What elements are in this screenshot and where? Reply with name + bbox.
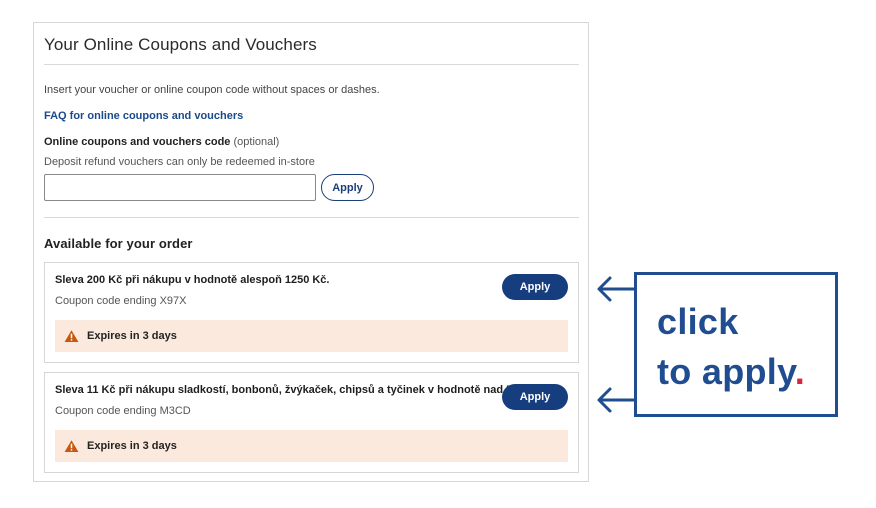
- coupon-title: Sleva 11 Kč při nákupu sladkostí, bonbon…: [55, 384, 536, 396]
- code-field-hint: Deposit refund vouchers can only be rede…: [44, 156, 315, 168]
- coupon-card: Sleva 200 Kč při nákupu v hodnotě alespo…: [44, 262, 579, 363]
- instructions-text: Insert your voucher or online coupon cod…: [44, 84, 380, 96]
- arrow-left-icon: [597, 387, 635, 413]
- apply-coupon-button[interactable]: Apply: [502, 274, 568, 300]
- warning-triangle-icon: [64, 330, 79, 342]
- callout-red-dot: .: [794, 351, 806, 392]
- callout-line-2-text: to apply: [657, 351, 795, 392]
- callout-line-2: to apply.: [657, 351, 805, 393]
- expiry-banner: Expires in 3 days: [55, 320, 568, 352]
- click-to-apply-callout: click to apply.: [634, 272, 838, 417]
- callout-line-1: click: [657, 301, 739, 342]
- expiry-text: Expires in 3 days: [87, 330, 177, 342]
- available-section-title: Available for your order: [44, 236, 193, 251]
- expiry-banner: Expires in 3 days: [55, 430, 568, 462]
- section-divider: [44, 217, 579, 218]
- code-field-label: Online coupons and vouchers code (option…: [44, 136, 279, 148]
- expiry-text: Expires in 3 days: [87, 440, 177, 452]
- title-divider: [44, 64, 579, 65]
- apply-code-button[interactable]: Apply: [321, 174, 374, 201]
- faq-link[interactable]: FAQ for online coupons and vouchers: [44, 110, 243, 122]
- panel-title: Your Online Coupons and Vouchers: [44, 35, 317, 54]
- optional-note: (optional): [233, 136, 280, 148]
- coupon-card: Sleva 11 Kč při nákupu sladkostí, bonbon…: [44, 372, 579, 473]
- code-field-label-text: Online coupons and vouchers code: [44, 136, 231, 148]
- coupon-code-text: Coupon code ending X97X: [55, 295, 187, 307]
- coupon-code-text: Coupon code ending M3CD: [55, 405, 191, 417]
- coupon-code-input[interactable]: [44, 174, 316, 201]
- coupons-panel: Your Online Coupons and Vouchers Insert …: [33, 22, 589, 482]
- warning-triangle-icon: [64, 440, 79, 452]
- apply-coupon-button[interactable]: Apply: [502, 384, 568, 410]
- arrow-left-icon: [597, 276, 635, 302]
- coupon-title: Sleva 200 Kč při nákupu v hodnotě alespo…: [55, 274, 330, 286]
